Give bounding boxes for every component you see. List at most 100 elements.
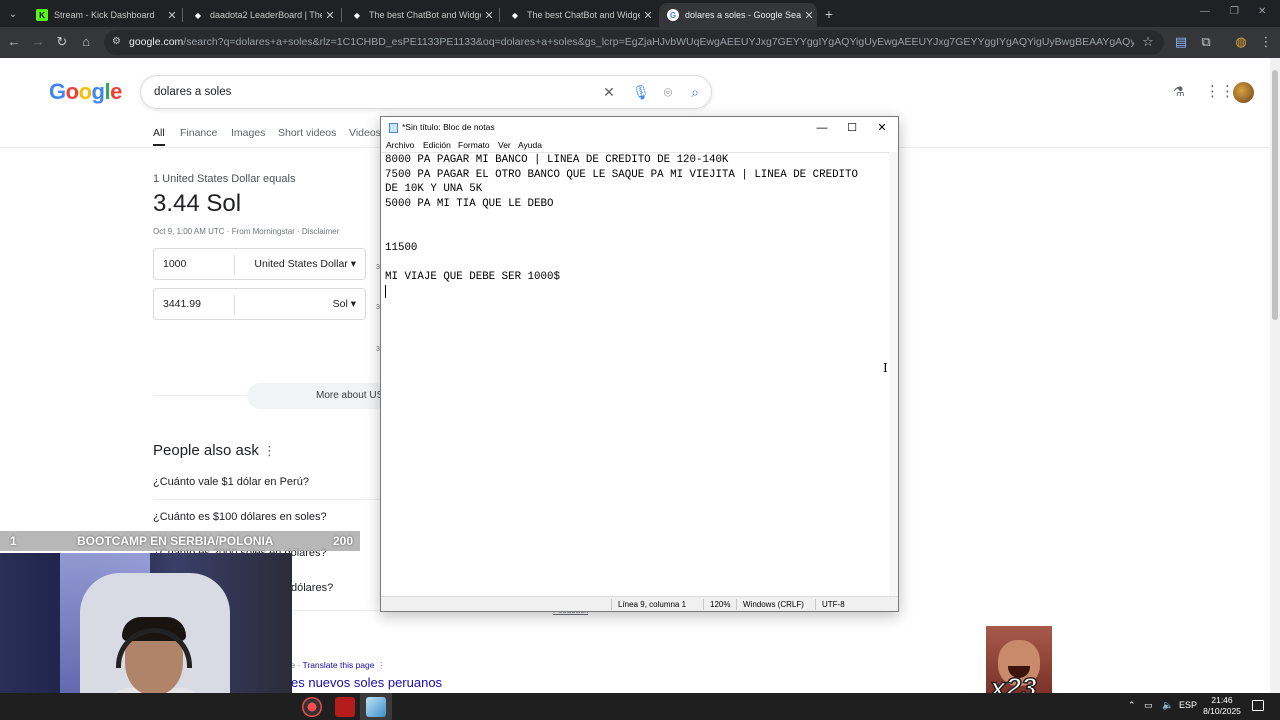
close-window-icon[interactable]: ✕	[1258, 6, 1266, 17]
more-about-button[interactable]: More about USD	[247, 383, 390, 409]
people-also-ask-title: People also ask	[153, 442, 259, 459]
notepad-title: *Sin título: Bloc de notas	[402, 122, 495, 132]
home-icon[interactable]: ⌂	[77, 33, 95, 51]
more-options-icon[interactable]: ⋮	[377, 660, 386, 670]
paa-question[interactable]: dólares?	[291, 582, 333, 594]
tab-chatbot-1[interactable]: ◆ The best ChatBot and Widgets ✕	[343, 3, 497, 27]
network-icon[interactable]: ▭	[1144, 700, 1153, 711]
notepad-menubar: Archivo Edición Formato Ver Ayuda	[381, 139, 898, 152]
divider	[153, 395, 247, 396]
reload-icon[interactable]: ↻	[53, 33, 71, 51]
tab-short-videos[interactable]: Short videos	[278, 127, 336, 139]
text-line: DE 10K Y UNA 5K	[385, 183, 483, 195]
line-endings: Windows (CRLF)	[743, 600, 804, 609]
extensions-icon[interactable]: ⧉	[1197, 33, 1215, 51]
search-query[interactable]: dolares a soles	[154, 86, 231, 98]
close-tab-icon[interactable]: ✕	[481, 9, 497, 22]
new-tab-icon[interactable]: +	[821, 6, 837, 22]
tab-finance[interactable]: Finance	[180, 127, 217, 139]
result-meta: te · Translate this page ⋮	[288, 660, 385, 671]
paa-question[interactable]: ¿Cuánto vale $1 dólar en Perú?	[153, 476, 309, 488]
close-tab-icon[interactable]: ✕	[801, 9, 817, 22]
to-amount-field[interactable]: 3441.99 Sol ▾	[153, 288, 366, 320]
close-tab-icon[interactable]: ✕	[640, 9, 656, 22]
obs-icon[interactable]	[302, 697, 322, 717]
paa-question[interactable]: ¿Cuánto es $100 dólares en soles?	[153, 511, 327, 523]
maximize-icon[interactable]: ☐	[837, 119, 867, 137]
tab-leaderboard[interactable]: ◆ daadota2 LeaderBoard | The be ✕	[184, 3, 338, 27]
tab-all[interactable]: All	[153, 127, 165, 139]
forward-icon[interactable]: →	[29, 33, 47, 51]
logo-letter: G	[49, 79, 66, 104]
field-divider	[234, 255, 235, 275]
lens-icon[interactable]: ⌾	[659, 83, 677, 101]
close-tab-icon[interactable]: ✕	[322, 9, 338, 22]
from-amount-value[interactable]: 1000	[163, 258, 186, 270]
diamond-icon: ◆	[353, 10, 361, 20]
google-logo[interactable]: Google	[49, 79, 122, 105]
google-icon: G	[667, 9, 679, 21]
tab-google-search[interactable]: G dolares a soles - Google Search ✕	[659, 3, 817, 27]
site-info-icon[interactable]: ⚙	[112, 36, 124, 48]
close-icon[interactable]: ✕	[867, 119, 897, 137]
profile-extension-icon[interactable]: ◍	[1232, 33, 1250, 51]
google-search-box[interactable]: dolares a soles ✕ 🎙 ⌾ ⌕	[140, 75, 712, 109]
to-currency-select[interactable]: Sol ▾	[333, 298, 356, 310]
apps-grid-icon[interactable]: ⋮⋮	[1205, 84, 1235, 100]
url-text[interactable]: google.com/search?q=dolares+a+soles&rlz=…	[129, 36, 1134, 48]
clock[interactable]: 21:46 8/10/2025	[1199, 695, 1245, 717]
volume-icon[interactable]: 🔈	[1162, 700, 1173, 711]
menu-formato[interactable]: Formato	[458, 140, 490, 150]
status-divider	[611, 599, 612, 610]
active-tab-underline	[153, 144, 165, 146]
close-tab-icon[interactable]: ✕	[164, 9, 180, 22]
address-bar[interactable]: ⚙ google.com/search?q=dolares+a+soles&rl…	[104, 30, 1164, 55]
tray-expand-icon[interactable]: ⌃	[1128, 700, 1136, 711]
to-amount-value[interactable]: 3441.99	[163, 298, 201, 310]
from-currency-label: United States Dollar	[254, 258, 348, 270]
notepad-titlebar[interactable]: *Sin título: Bloc de notas — ☐ ✕	[381, 117, 898, 139]
translate-page-link[interactable]: Translate this page	[303, 660, 375, 670]
from-amount-field[interactable]: 1000 United States Dollar ▾	[153, 248, 366, 280]
notifications-icon[interactable]	[1252, 700, 1264, 711]
notepad-scrollbar[interactable]	[889, 152, 898, 596]
notepad-text-area[interactable]: 8000 PA PAGAR MI BANCO | LINEA DE CREDIT…	[381, 152, 889, 596]
translate-icon[interactable]: ▤	[1172, 33, 1190, 51]
minimize-icon[interactable]: —	[1200, 6, 1210, 17]
notepad-taskbar-icon[interactable]	[366, 697, 386, 717]
avatar[interactable]	[1233, 82, 1254, 103]
logo-letter: o	[78, 79, 92, 104]
tab-title: daadota2 LeaderBoard | The be	[210, 10, 322, 20]
voice-search-icon[interactable]: 🎙	[632, 83, 650, 101]
labs-icon[interactable]: ⚗	[1173, 84, 1189, 100]
logo-letter: g	[91, 79, 105, 104]
tab-images[interactable]: Images	[231, 127, 265, 139]
minimize-icon[interactable]: —	[807, 119, 837, 137]
search-icon[interactable]: ⌕	[686, 83, 704, 101]
from-currency-select[interactable]: United States Dollar ▾	[254, 258, 356, 270]
tab-kick-dashboard[interactable]: K Stream - Kick Dashboard ✕	[28, 3, 180, 27]
tab-videos[interactable]: Videos	[349, 127, 381, 139]
tab-chatbot-2[interactable]: ◆ The best ChatBot and Widgets ✕	[501, 3, 656, 27]
stream-overlay-bar: 1 BOOTCAMP EN SERBIA/POLONIA 200	[0, 531, 360, 551]
clear-search-icon[interactable]: ✕	[600, 83, 618, 101]
more-options-icon[interactable]: ⋮	[263, 443, 276, 459]
notepad-icon	[389, 123, 398, 133]
maximize-icon[interactable]: ❐	[1230, 6, 1239, 17]
page-scrollbar[interactable]	[1270, 58, 1280, 693]
overlay-value: 200	[333, 534, 354, 548]
menu-archivo[interactable]: Archivo	[386, 140, 414, 150]
back-icon[interactable]: ←	[5, 33, 23, 51]
scrollbar-thumb[interactable]	[1272, 70, 1278, 320]
menu-edicion[interactable]: Edición	[423, 140, 451, 150]
tab-search-icon[interactable]: ⌄	[4, 5, 22, 23]
text-cursor-icon: I	[883, 361, 888, 375]
bookmark-star-icon[interactable]: ☆	[1139, 33, 1157, 51]
menu-ayuda[interactable]: Ayuda	[518, 140, 542, 150]
language-indicator[interactable]: ESP	[1179, 700, 1197, 710]
dota-icon[interactable]	[335, 697, 355, 717]
search-result-title[interactable]: es nuevos soles peruanos	[291, 675, 442, 690]
tab-title: Stream - Kick Dashboard	[54, 10, 155, 20]
chrome-menu-icon[interactable]: ⋮	[1257, 33, 1275, 51]
menu-ver[interactable]: Ver	[498, 140, 511, 150]
